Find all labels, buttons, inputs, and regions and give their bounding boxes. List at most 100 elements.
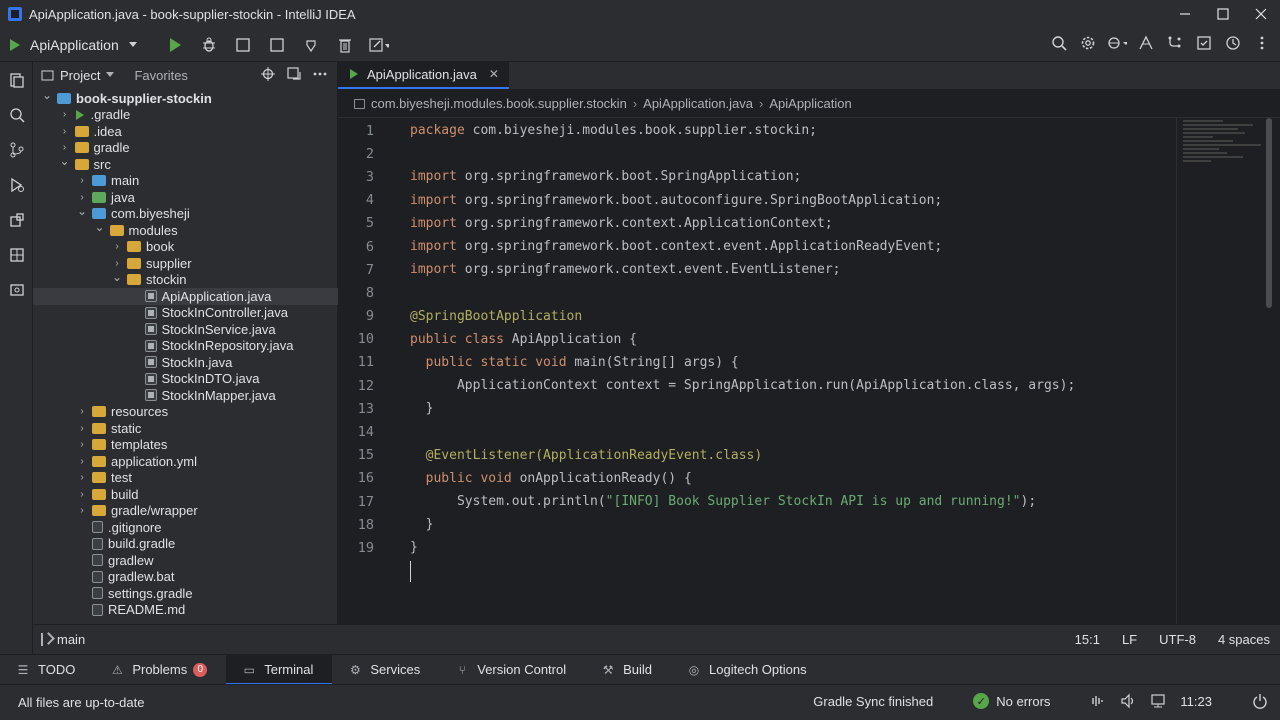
tree-item[interactable]: settings.gradle: [33, 585, 338, 602]
chevron-down-icon[interactable]: ⌄: [94, 220, 106, 234]
microphone-audio-icon[interactable]: [1090, 693, 1106, 709]
tree-item[interactable]: StockInMapper.java: [33, 387, 338, 404]
gradle-sync-status[interactable]: Gradle Sync finished: [813, 694, 933, 709]
code-line[interactable]: 2: [338, 142, 1176, 165]
chevron-down-icon[interactable]: ⌄: [111, 270, 123, 284]
git-branch-icon[interactable]: [0, 132, 33, 167]
tree-item[interactable]: build.gradle: [33, 536, 338, 553]
trash-icon[interactable]: [335, 35, 355, 55]
tool-tab-version-control[interactable]: ⑂ Version Control: [439, 655, 585, 685]
breadcrumb-file[interactable]: ApiApplication.java: [643, 96, 753, 111]
breadcrumb-package[interactable]: com.biyesheji.modules.book.supplier.stoc…: [371, 96, 627, 111]
tree-item[interactable]: ⌄ book-supplier-stockin: [33, 88, 338, 107]
structure-icon[interactable]: [0, 237, 33, 272]
debug-bug-icon[interactable]: [199, 35, 219, 55]
chevron-right-icon[interactable]: ›: [76, 175, 88, 186]
tree-item[interactable]: StockInRepository.java: [33, 338, 338, 355]
vcs-branch-menu-icon[interactable]: [1107, 33, 1127, 53]
tree-item[interactable]: ⌄ stockin: [33, 270, 338, 289]
locate-target-icon[interactable]: [261, 67, 275, 81]
tree-item[interactable]: › gradle: [33, 140, 338, 157]
indent-setting[interactable]: 4 spaces: [1218, 632, 1270, 647]
chevron-right-icon[interactable]: ›: [111, 258, 123, 269]
project-tool-icon[interactable]: [0, 62, 33, 97]
code-line[interactable]: 17 System.out.println("[INFO] Book Suppl…: [338, 490, 1176, 513]
close-icon[interactable]: ✕: [489, 67, 499, 81]
maximize-button[interactable]: [1204, 0, 1242, 28]
chevron-right-icon[interactable]: ›: [76, 423, 88, 434]
favorites-tab[interactable]: Favorites: [134, 68, 187, 83]
tree-item[interactable]: .gitignore: [33, 519, 338, 536]
chevron-right-icon[interactable]: ›: [76, 456, 88, 467]
tool-tab-terminal[interactable]: ▭ Terminal: [226, 654, 333, 685]
tree-item[interactable]: › main: [33, 173, 338, 190]
tree-item[interactable]: › .gradle: [33, 107, 338, 124]
errors-status[interactable]: ✓ No errors: [973, 693, 1050, 709]
code-line[interactable]: 7 import org.springframework.context.even…: [338, 258, 1176, 281]
code-editor[interactable]: 1 package com.biyesheji.modules.book.supp…: [338, 119, 1176, 583]
vcs-update-icon[interactable]: [1165, 33, 1185, 53]
coverage-icon[interactable]: [267, 35, 287, 55]
chevron-right-icon[interactable]: ›: [59, 142, 71, 153]
tool-tab-services[interactable]: ⚙ Services: [332, 655, 439, 685]
tree-item[interactable]: › static: [33, 420, 338, 437]
chevron-right-icon[interactable]: ›: [76, 406, 88, 417]
editor-tab-apiapplication[interactable]: ApiApplication.java ✕: [338, 61, 509, 89]
tree-item[interactable]: › resources: [33, 404, 338, 421]
network-icon[interactable]: [1150, 693, 1166, 709]
code-line[interactable]: 1 package com.biyesheji.modules.book.supp…: [338, 119, 1176, 142]
chevron-right-icon[interactable]: ›: [111, 241, 123, 252]
git-branch-widget[interactable]: main: [41, 632, 85, 647]
tool-tab-logitech-options[interactable]: ◎ Logitech Options: [671, 655, 826, 685]
vcs-commit-icon[interactable]: [1194, 33, 1214, 53]
tree-item[interactable]: ApiApplication.java: [33, 288, 338, 305]
chevron-down-icon[interactable]: ⌄: [59, 154, 71, 168]
code-line[interactable]: 12 ApplicationContext context = SpringAp…: [338, 374, 1176, 397]
chevron-right-icon[interactable]: ›: [76, 505, 88, 516]
code-line[interactable]: 11 public static void main(String[] args…: [338, 351, 1176, 374]
code-line[interactable]: 13 }: [338, 397, 1176, 420]
caret-line[interactable]: [338, 560, 1176, 583]
tree-item[interactable]: › test: [33, 470, 338, 487]
code-line[interactable]: 6 import org.springframework.boot.context…: [338, 235, 1176, 258]
breadcrumb-class[interactable]: ApiApplication: [769, 96, 851, 111]
code-line[interactable]: 5 import org.springframework.context.Appl…: [338, 212, 1176, 235]
tree-item[interactable]: README.md: [33, 602, 338, 619]
code-line[interactable]: 15 @EventListener(ApplicationReadyEvent.…: [338, 444, 1176, 467]
chevron-down-icon[interactable]: ⌄: [41, 88, 53, 102]
more-options-icon[interactable]: [313, 67, 327, 81]
tree-item[interactable]: › gradle/wrapper: [33, 503, 338, 520]
tree-item[interactable]: › build: [33, 486, 338, 503]
tree-item[interactable]: ⌄ src: [33, 154, 338, 173]
plugins-icon[interactable]: [0, 202, 33, 237]
chevron-right-icon[interactable]: ›: [59, 126, 71, 137]
chevron-right-icon[interactable]: ›: [76, 192, 88, 203]
tree-item[interactable]: › templates: [33, 437, 338, 454]
tree-item[interactable]: StockInService.java: [33, 321, 338, 338]
chevron-down-icon[interactable]: ⌄: [76, 204, 88, 218]
code-line[interactable]: 10 public class ApiApplication {: [338, 328, 1176, 351]
tree-item[interactable]: StockInController.java: [33, 305, 338, 322]
code-line[interactable]: 4 import org.springframework.boot.autocon…: [338, 189, 1176, 212]
code-line[interactable]: 16 public void onApplicationReady() {: [338, 467, 1176, 490]
tree-item[interactable]: › application.yml: [33, 453, 338, 470]
run-debug-tool-icon[interactable]: [0, 167, 33, 202]
stop-icon[interactable]: [233, 35, 253, 55]
tree-item[interactable]: StockInDTO.java: [33, 371, 338, 388]
tree-item[interactable]: › book: [33, 239, 338, 256]
minimize-button[interactable]: [1166, 0, 1204, 28]
run-configuration-selector[interactable]: ApiApplication: [10, 33, 137, 57]
chevron-right-icon[interactable]: ›: [76, 439, 88, 450]
project-view-dropdown[interactable]: Project: [41, 68, 115, 83]
code-line[interactable]: 3 import org.springframework.boot.SpringA…: [338, 165, 1176, 188]
tool-tab-build[interactable]: ⚒ Build: [585, 655, 671, 685]
chevron-right-icon[interactable]: ›: [59, 109, 71, 120]
line-separator[interactable]: LF: [1122, 632, 1137, 647]
power-icon[interactable]: [1252, 693, 1268, 709]
tree-item[interactable]: › .idea: [33, 123, 338, 140]
run-button[interactable]: [165, 35, 185, 55]
code-line[interactable]: 18 }: [338, 513, 1176, 536]
close-window-button[interactable]: [1242, 0, 1280, 28]
assistant-icon[interactable]: [1136, 33, 1156, 53]
code-line[interactable]: 14: [338, 420, 1176, 443]
